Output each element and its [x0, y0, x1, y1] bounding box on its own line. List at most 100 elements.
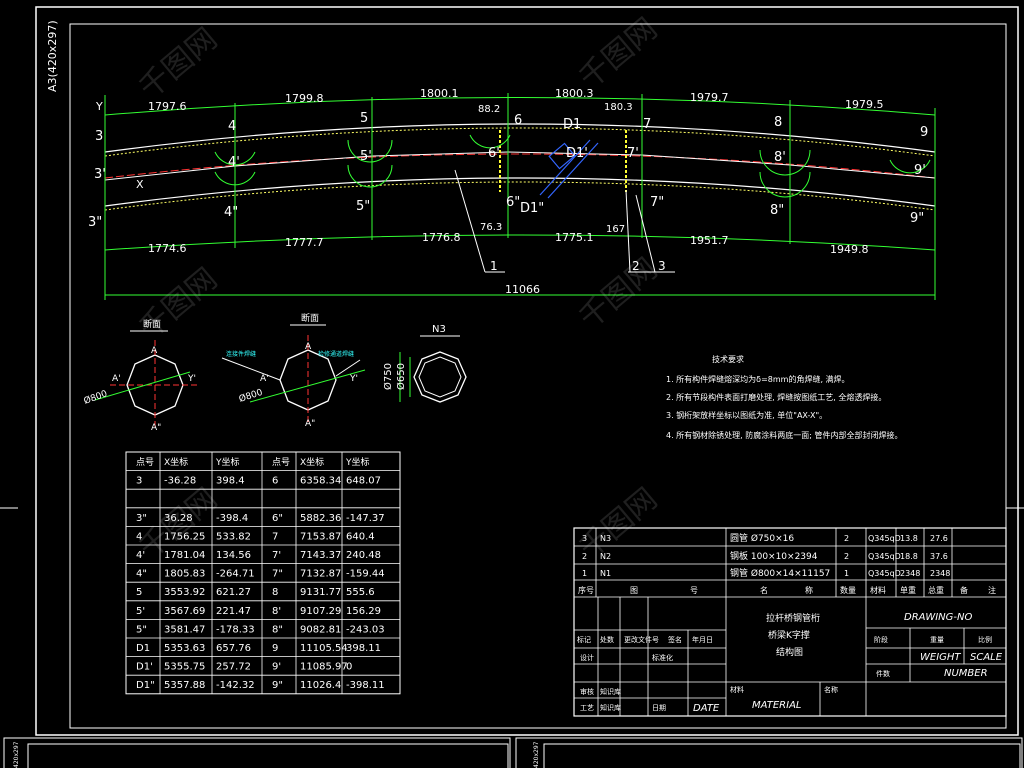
table-cell: -36.28: [164, 476, 196, 487]
svg-text:A': A': [112, 374, 121, 384]
svg-text:1777.7: 1777.7: [285, 236, 324, 249]
table-cell: 0: [346, 662, 352, 673]
table-cell: 621.27: [216, 587, 251, 598]
svg-text:A": A": [305, 419, 315, 429]
table-cell: -243.03: [346, 624, 385, 635]
table-cell: 4": [136, 569, 147, 580]
svg-text:序号: 序号: [578, 585, 594, 595]
table-cell: 1805.83: [164, 569, 205, 580]
svg-text:4': 4': [228, 155, 240, 170]
svg-text:Ø650: Ø650: [395, 363, 407, 390]
svg-text:签名: 签名: [668, 635, 682, 644]
svg-text:Y': Y': [187, 374, 196, 384]
svg-text:知识库: 知识库: [600, 703, 621, 712]
svg-text:总重: 总重: [928, 585, 944, 595]
bom-cell: 1: [582, 569, 587, 578]
svg-text:名称: 名称: [824, 685, 838, 694]
svg-text:88.2: 88.2: [478, 104, 500, 115]
bom-cell: N1: [600, 569, 611, 578]
svg-text:1979.7: 1979.7: [690, 91, 729, 104]
table-cell: 257.72: [216, 662, 251, 673]
svg-text:备: 备: [960, 585, 968, 595]
table-cell: 9: [272, 643, 278, 654]
svg-text:NUMBER: NUMBER: [944, 668, 988, 679]
svg-text:Ø800: Ø800: [82, 388, 109, 407]
svg-text:千图网: 千图网: [133, 21, 224, 106]
bom-cell: 2348: [900, 569, 920, 578]
svg-text:比例: 比例: [978, 635, 992, 644]
svg-text:167: 167: [606, 224, 625, 235]
bom-cell: Q345qD: [868, 569, 901, 578]
cad-drawing: A3(420x297) 420x297 420x297 1797.6 1799.…: [0, 6, 1024, 768]
table-header-cell: X坐标: [300, 456, 324, 468]
table-cell: 8": [272, 624, 283, 635]
svg-text:数量: 数量: [840, 585, 856, 595]
svg-text:1800.1: 1800.1: [420, 87, 459, 100]
table-cell: 240.48: [346, 550, 381, 561]
table-cell: 7': [272, 550, 281, 561]
table-cell: 11026.4: [300, 680, 341, 691]
total-length: 11066: [505, 283, 540, 296]
table-header-cell: Y坐标: [345, 456, 370, 468]
svg-text:更改文件号: 更改文件号: [624, 635, 659, 644]
svg-text:3": 3": [88, 215, 102, 230]
table-cell: 9082.81: [300, 624, 341, 635]
svg-text:N3: N3: [432, 324, 446, 335]
truss-elevation: 1797.6 1799.8 1800.1 1800.3 1979.7 1979.…: [88, 87, 936, 300]
table-cell: 3": [136, 513, 147, 524]
table-cell: 9131.77: [300, 587, 341, 598]
table-cell: 156.29: [346, 606, 381, 617]
svg-text:9: 9: [920, 125, 928, 140]
svg-text:年月日: 年月日: [692, 635, 713, 644]
svg-text:420x297: 420x297: [533, 741, 540, 768]
table-cell: D1": [136, 680, 155, 691]
svg-text:6: 6: [514, 113, 522, 128]
next-sheet-left: [3, 737, 511, 768]
svg-text:4: 4: [228, 119, 236, 134]
svg-text:工艺: 工艺: [580, 704, 594, 712]
bom-cell: 13.8: [900, 534, 918, 543]
bom-cell: 2: [844, 534, 849, 543]
svg-text:A': A': [260, 374, 269, 384]
svg-text:1799.8: 1799.8: [285, 92, 324, 105]
svg-text:重量: 重量: [930, 636, 944, 644]
section-left: 断面 A A' Y' A" Ø800: [82, 318, 200, 433]
svg-text:WEIGHT: WEIGHT: [920, 652, 961, 663]
svg-text:D1': D1': [566, 146, 588, 161]
svg-text:件数: 件数: [876, 669, 890, 678]
table-cell: 7143.37: [300, 550, 341, 561]
table-cell: -264.71: [216, 569, 255, 580]
table-header-cell: 点号: [136, 457, 154, 468]
svg-text:单重: 单重: [900, 585, 916, 595]
svg-text:标准化: 标准化: [652, 653, 673, 662]
svg-text:日期: 日期: [652, 704, 666, 712]
bom-cell: Q345qD: [868, 534, 901, 543]
bom-cell: 钢板 100×10×2394: [730, 550, 818, 562]
table-cell: 5882.36: [300, 513, 341, 524]
svg-text:4": 4": [224, 205, 238, 220]
table-cell: 9107.29: [300, 606, 341, 617]
table-cell: -398.11: [346, 680, 385, 691]
svg-text:1. 所有构件焊缝熔深均为δ=8mm的角焊缝, 满焊。: 1. 所有构件焊缝熔深均为δ=8mm的角焊缝, 满焊。: [666, 374, 850, 384]
svg-text:A: A: [151, 346, 158, 356]
svg-text:千图网: 千图网: [573, 251, 664, 336]
svg-text:图: 图: [630, 586, 638, 595]
section-n3: N3 Ø750 Ø650: [382, 324, 467, 403]
bom-cell: 1: [844, 569, 849, 578]
svg-text:千图网: 千图网: [133, 261, 224, 346]
bom-cell: 27.6: [930, 534, 948, 543]
coordinate-table: 点号 X坐标 Y坐标 点号 X坐标 Y坐标 3 -36.28 398.4 6 6358.34 648.…: [125, 451, 401, 695]
bom-cell: 2348: [930, 569, 950, 578]
svg-text:审核: 审核: [580, 687, 594, 696]
table-cell: 5353.63: [164, 643, 205, 654]
svg-text:7": 7": [650, 195, 664, 210]
bom-cell: Q345qD: [868, 552, 901, 561]
svg-text:5": 5": [356, 199, 370, 214]
table-cell: 11085.97: [300, 662, 348, 673]
table-cell: 221.47: [216, 606, 251, 617]
svg-text:5: 5: [360, 111, 368, 126]
svg-text:MATERIAL: MATERIAL: [752, 700, 801, 711]
table-cell: 9': [272, 662, 281, 673]
table-cell: 7: [272, 531, 278, 542]
svg-text:8': 8': [774, 150, 786, 165]
